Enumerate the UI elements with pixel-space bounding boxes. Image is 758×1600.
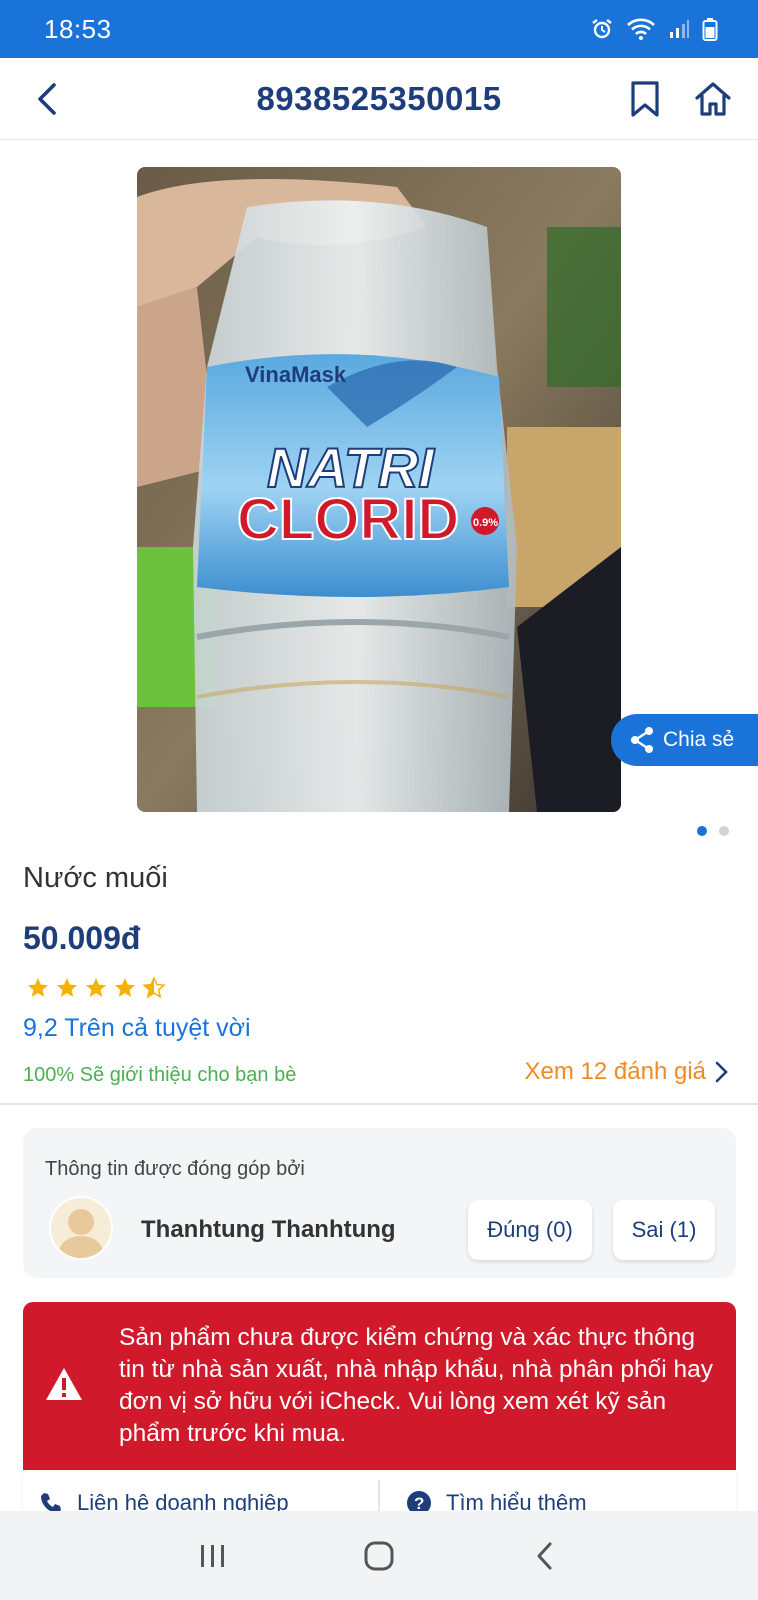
back-button[interactable] <box>24 76 70 122</box>
avatar[interactable] <box>49 1196 113 1260</box>
rating-stars <box>26 976 166 1000</box>
contributor-card: Thông tin được đóng góp bởi Thanhtung Th… <box>23 1128 736 1278</box>
bottle-brand-text: VinaMask <box>245 362 347 387</box>
chevron-right-icon <box>715 1061 728 1083</box>
share-label: Chia sẻ <box>663 728 735 751</box>
share-icon <box>631 727 653 753</box>
star-icon <box>57 978 77 997</box>
system-nav-bar <box>0 1511 758 1600</box>
bookmark-button[interactable] <box>622 76 668 122</box>
recommend-text: 100% Sẽ giới thiệu cho bạn bè <box>23 1064 297 1086</box>
pager-dot-active[interactable] <box>697 826 707 836</box>
star-icon <box>115 978 135 997</box>
back-icon <box>38 83 56 115</box>
home-button[interactable] <box>690 76 736 122</box>
status-icons <box>590 17 718 41</box>
image-pager <box>697 826 729 836</box>
home-icon <box>695 82 731 116</box>
view-reviews-link[interactable]: Xem 12 đánh giá <box>525 1058 728 1086</box>
wifi-icon <box>626 17 656 41</box>
bottle-badge-text: 0.9% <box>473 517 498 529</box>
rating-summary: 9,2 Trên cả tuyệt vời <box>23 1014 251 1042</box>
status-bar: 18:53 <box>0 0 758 58</box>
star-icon <box>86 978 106 997</box>
back-nav-icon <box>537 1542 552 1569</box>
contributor-label: Thông tin được đóng góp bởi <box>45 1158 305 1180</box>
battery-icon <box>702 17 718 41</box>
back-nav-button[interactable] <box>515 1526 575 1586</box>
contributor-name[interactable]: Thanhtung Thanhtung <box>141 1216 396 1244</box>
warning-actions: Liên hệ doanh nghiệp ? Tìm hiểu thêm <box>23 1470 736 1520</box>
vote-wrong-button[interactable]: Sai (1) <box>613 1200 715 1260</box>
alarm-icon <box>590 17 614 41</box>
recents-button[interactable] <box>183 1526 243 1586</box>
bottle-line2-text: CLORID <box>237 487 459 552</box>
pager-dot[interactable] <box>719 826 729 836</box>
star-half-icon <box>142 976 166 999</box>
warning-icon <box>46 1368 82 1400</box>
section-divider <box>0 1103 758 1105</box>
warning-text: Sản phẩm chưa được kiểm chứng và xác thự… <box>119 1324 713 1447</box>
app-header: 8938525350015 <box>0 58 758 140</box>
bookmark-icon <box>631 81 659 117</box>
recents-icon <box>201 1544 224 1567</box>
unverified-warning: Sản phẩm chưa được kiểm chứng và xác thự… <box>23 1302 736 1470</box>
star-icon <box>28 978 48 997</box>
status-time: 18:53 <box>44 13 112 44</box>
home-nav-button[interactable] <box>349 1526 409 1586</box>
share-button[interactable]: Chia sẻ <box>611 714 758 766</box>
home-nav-icon <box>364 1541 394 1570</box>
signal-icon <box>668 18 690 40</box>
user-avatar-icon <box>57 1209 105 1258</box>
product-image[interactable]: VinaMask NATRI CLORID 0.9% <box>137 167 621 812</box>
product-price: 50.009đ <box>23 920 141 956</box>
view-reviews-label: Xem 12 đánh giá <box>524 1058 706 1085</box>
product-name: Nước muối <box>23 862 168 894</box>
vote-correct-button[interactable]: Đúng (0) <box>468 1200 592 1260</box>
